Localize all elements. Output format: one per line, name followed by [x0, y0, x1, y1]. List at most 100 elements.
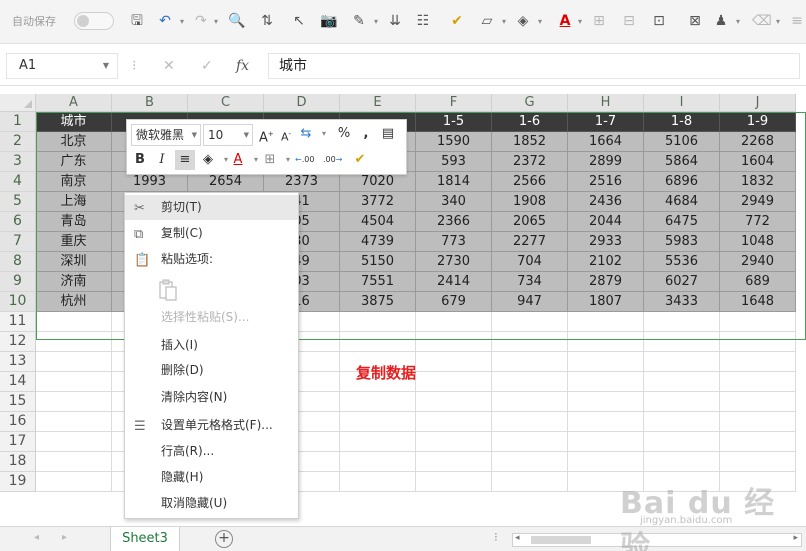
cell[interactable]: 6027 [644, 272, 720, 292]
scroll-right-icon[interactable]: ▸ [793, 533, 798, 543]
menu-item-delete[interactable]: 删除(D) [125, 358, 298, 383]
column-header[interactable]: J [720, 94, 796, 112]
border-icon[interactable]: ⊞ [263, 150, 277, 170]
row-header[interactable]: 4 [0, 172, 36, 192]
cell[interactable] [416, 432, 492, 452]
scroll-left-icon[interactable]: ◂ [515, 533, 520, 543]
camera-icon[interactable]: 📷 [320, 10, 338, 32]
cell[interactable] [720, 432, 796, 452]
cell[interactable] [720, 372, 796, 392]
cell[interactable]: 2879 [568, 272, 644, 292]
clear-format-icon[interactable]: ⌫ [752, 10, 772, 32]
cell[interactable]: 重庆 [36, 232, 112, 252]
font-color-icon[interactable]: A [556, 10, 574, 32]
row-header[interactable]: 17 [0, 432, 36, 452]
cell[interactable] [492, 452, 568, 472]
person-icon[interactable]: ♟ [712, 10, 730, 32]
cell[interactable] [340, 332, 416, 352]
sort-desc-icon[interactable]: ⇊ [386, 10, 404, 32]
row-header[interactable]: 2 [0, 132, 36, 152]
cell[interactable] [720, 392, 796, 412]
paste-icon[interactable] [159, 279, 177, 301]
cell[interactable]: 1852 [492, 132, 568, 152]
border-dropdown-icon[interactable]: ▾ [500, 11, 508, 33]
menu-item-insert[interactable]: 插入(I) [125, 333, 298, 358]
column-header[interactable]: H [568, 94, 644, 112]
cell[interactable] [340, 472, 416, 492]
row-header[interactable]: 19 [0, 472, 36, 492]
select-all-corner[interactable] [0, 94, 36, 112]
scrollbar-thumb[interactable] [531, 536, 591, 544]
cell[interactable]: 3772 [340, 192, 416, 212]
cell[interactable] [416, 352, 492, 372]
format-painter-icon[interactable]: ✎ [350, 10, 368, 32]
menu-item-hide[interactable]: 隐藏(H) [125, 465, 298, 490]
cell[interactable]: 734 [492, 272, 568, 292]
select-pointer-icon[interactable]: ↖ [290, 10, 308, 32]
font-size-select[interactable]: 10 ▼ [203, 124, 253, 146]
cell[interactable]: 2044 [568, 212, 644, 232]
cell[interactable] [568, 452, 644, 472]
cell[interactable] [36, 472, 112, 492]
cell[interactable]: 1048 [720, 232, 796, 252]
cell[interactable]: 4684 [644, 192, 720, 212]
border-icon[interactable]: ▱ [478, 10, 496, 32]
cell[interactable] [644, 332, 720, 352]
merge-icon[interactable]: ⊞ [590, 10, 608, 32]
sort-icon[interactable]: ⇅ [258, 10, 276, 32]
row-header[interactable]: 6 [0, 212, 36, 232]
align-center-icon[interactable]: ≡ [175, 150, 195, 170]
cell[interactable]: 5106 [644, 132, 720, 152]
cell[interactable] [36, 392, 112, 412]
cell[interactable] [720, 452, 796, 472]
column-header[interactable]: I [644, 94, 720, 112]
cell[interactable] [492, 312, 568, 332]
cell[interactable] [644, 312, 720, 332]
cell[interactable] [568, 372, 644, 392]
formula-input[interactable]: 城市 [268, 53, 800, 79]
row-header[interactable]: 15 [0, 392, 36, 412]
freeze-icon[interactable]: ⊡ [650, 10, 668, 32]
cell[interactable]: 1664 [568, 132, 644, 152]
cell[interactable]: 340 [416, 192, 492, 212]
row-header[interactable]: 1 [0, 112, 36, 132]
sheet-menu-dots-icon[interactable]: ⁝ [494, 530, 498, 544]
cell[interactable]: 南京 [36, 172, 112, 192]
column-header[interactable]: D [264, 94, 340, 112]
cell[interactable] [36, 312, 112, 332]
increase-decimal-button[interactable]: ←.00 [295, 150, 314, 170]
comma-button[interactable]: , [359, 124, 373, 144]
decrease-decimal-button[interactable]: .00→ [323, 150, 342, 170]
name-box[interactable]: A1 ▼ [6, 53, 118, 79]
cell[interactable]: 593 [416, 152, 492, 172]
next-sheet-icon[interactable]: ▸ [62, 532, 67, 543]
cell[interactable] [644, 352, 720, 372]
cell[interactable] [720, 332, 796, 352]
cell[interactable]: 2516 [568, 172, 644, 192]
cell[interactable] [416, 412, 492, 432]
menu-item-row-height[interactable]: 行高(R)... [125, 439, 298, 464]
cell[interactable]: 1814 [416, 172, 492, 192]
cell[interactable]: 2654 [188, 172, 264, 192]
row-header[interactable]: 3 [0, 152, 36, 172]
cell[interactable] [720, 472, 796, 492]
percent-button[interactable]: % [337, 124, 351, 144]
cell[interactable]: 城市 [36, 112, 112, 132]
cell[interactable]: 2940 [720, 252, 796, 272]
cell[interactable] [340, 392, 416, 412]
autosave-toggle[interactable] [74, 12, 114, 30]
cell[interactable]: 3875 [340, 292, 416, 312]
cell[interactable]: 2065 [492, 212, 568, 232]
cell[interactable]: 济南 [36, 272, 112, 292]
more-icon[interactable]: ≡ [788, 10, 806, 32]
row-header[interactable]: 7 [0, 232, 36, 252]
cell[interactable] [36, 432, 112, 452]
cell[interactable] [416, 452, 492, 472]
cell[interactable]: 679 [416, 292, 492, 312]
column-header[interactable]: F [416, 94, 492, 112]
fill-color-icon[interactable]: ◈ [201, 150, 215, 170]
cell[interactable]: 1-6 [492, 112, 568, 132]
cell[interactable]: 1832 [720, 172, 796, 192]
cell[interactable] [568, 392, 644, 412]
person-dropdown-icon[interactable]: ▾ [734, 11, 742, 33]
